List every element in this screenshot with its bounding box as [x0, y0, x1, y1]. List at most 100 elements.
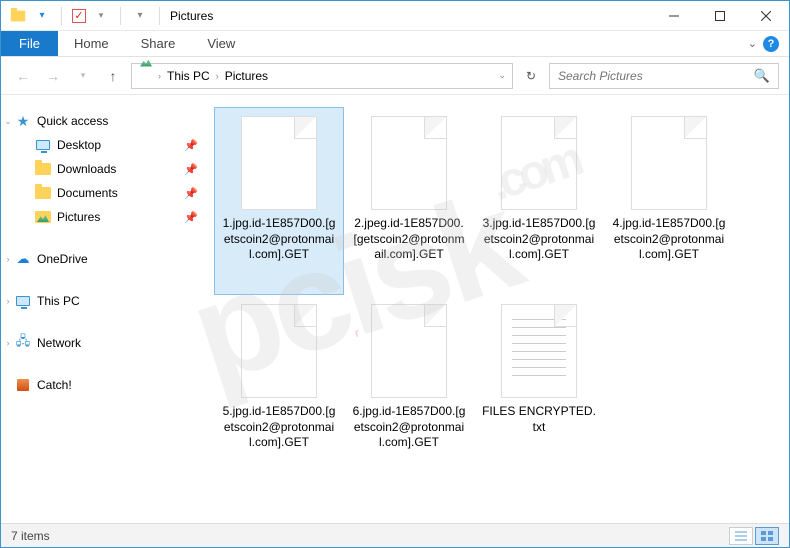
file-item[interactable]: 4.jpg.id-1E857D00.[getscoin2@protonmail.… [604, 107, 734, 295]
file-list[interactable]: 1.jpg.id-1E857D00.[getscoin2@protonmail.… [206, 95, 789, 523]
status-bar: 7 items [1, 523, 789, 547]
pin-icon: 📌 [184, 187, 198, 200]
chevron-right-icon[interactable]: › [3, 296, 13, 306]
sidebar-catch[interactable]: Catch! [1, 373, 206, 397]
sidebar-onedrive[interactable]: › ☁ OneDrive [1, 247, 206, 271]
chevron-right-icon[interactable]: › [158, 71, 161, 81]
quick-access-toolbar: ▾ ✓ ▾ ▾ [9, 7, 164, 25]
ribbon: File Home Share View ⌄ ? [1, 31, 789, 57]
location-icon [138, 68, 154, 84]
pin-icon: 📌 [184, 139, 198, 152]
qat-dropdown-icon[interactable]: ▾ [92, 7, 110, 25]
file-tab[interactable]: File [1, 31, 58, 56]
cloud-icon: ☁ [15, 251, 31, 267]
details-view-button[interactable] [729, 527, 753, 545]
address-dropdown-icon[interactable]: ⌄ [498, 70, 506, 81]
file-name: 6.jpg.id-1E857D00.[getscoin2@protonmail.… [349, 404, 469, 451]
title-bar: ▾ ✓ ▾ ▾ Pictures [1, 1, 789, 31]
star-icon: ★ [15, 113, 31, 129]
file-item[interactable]: 1.jpg.id-1E857D00.[getscoin2@protonmail.… [214, 107, 344, 295]
catch-icon [15, 377, 31, 393]
item-count: 7 items [11, 529, 50, 543]
blank-file-icon [631, 116, 707, 210]
tab-view[interactable]: View [191, 31, 251, 56]
sidebar-item-label: Downloads [57, 162, 116, 176]
search-box[interactable]: 🔍 [549, 63, 779, 89]
forward-button[interactable]: → [41, 64, 65, 88]
sidebar-item-desktop[interactable]: Desktop 📌 [1, 133, 206, 157]
text-file-icon [501, 304, 577, 398]
file-item[interactable]: 3.jpg.id-1E857D00.[getscoin2@protonmail.… [474, 107, 604, 295]
content-area: ⌄ ★ Quick access Desktop 📌 Downloads 📌 D… [1, 95, 789, 523]
tab-home[interactable]: Home [58, 31, 125, 56]
list-icon [735, 531, 747, 541]
desktop-icon [35, 137, 51, 153]
sidebar-thispc[interactable]: › This PC [1, 289, 206, 313]
explorer-icon [9, 7, 27, 25]
blank-file-icon [371, 116, 447, 210]
sidebar-item-pictures[interactable]: Pictures 📌 [1, 205, 206, 229]
pin-toggle-icon[interactable]: ▾ [33, 7, 51, 25]
window-title: Pictures [170, 9, 213, 23]
sidebar-item-label: Pictures [57, 210, 100, 224]
close-button[interactable] [743, 1, 789, 31]
sidebar-item-documents[interactable]: Documents 📌 [1, 181, 206, 205]
file-name: 1.jpg.id-1E857D00.[getscoin2@protonmail.… [219, 216, 339, 263]
ribbon-expand-icon[interactable]: ⌄ [748, 37, 757, 50]
window-controls [651, 1, 789, 31]
blank-file-icon [371, 304, 447, 398]
maximize-button[interactable] [697, 1, 743, 31]
chevron-down-icon[interactable]: ⌄ [3, 116, 13, 127]
file-item[interactable]: 6.jpg.id-1E857D00.[getscoin2@protonmail.… [344, 295, 474, 483]
pictures-icon [35, 209, 51, 225]
file-item[interactable]: 2.jpeg.id-1E857D00.[getscoin2@protonmail… [344, 107, 474, 295]
sidebar-item-label: This PC [37, 294, 80, 308]
refresh-button[interactable]: ↻ [519, 64, 543, 88]
search-icon[interactable]: 🔍 [754, 68, 770, 84]
breadcrumb-pictures[interactable]: Pictures [223, 69, 270, 83]
grid-icon [761, 531, 773, 541]
properties-checkbox-icon[interactable]: ✓ [72, 9, 86, 23]
file-name: 4.jpg.id-1E857D00.[getscoin2@protonmail.… [609, 216, 729, 263]
navigation-pane: ⌄ ★ Quick access Desktop 📌 Downloads 📌 D… [1, 95, 206, 523]
blank-file-icon [501, 116, 577, 210]
network-icon: 🖧 [15, 335, 31, 351]
blank-file-icon [241, 116, 317, 210]
file-name: 3.jpg.id-1E857D00.[getscoin2@protonmail.… [479, 216, 599, 263]
minimize-button[interactable] [651, 1, 697, 31]
sidebar-item-downloads[interactable]: Downloads 📌 [1, 157, 206, 181]
pin-icon: 📌 [184, 211, 198, 224]
chevron-right-icon[interactable]: › [3, 338, 13, 348]
address-bar[interactable]: › This PC › Pictures ⌄ [131, 63, 513, 89]
thumbnails-view-button[interactable] [755, 527, 779, 545]
tab-share[interactable]: Share [125, 31, 192, 56]
file-name: FILES ENCRYPTED.txt [479, 404, 599, 435]
pin-icon: 📌 [184, 163, 198, 176]
sidebar-network[interactable]: › 🖧 Network [1, 331, 206, 355]
search-input[interactable] [558, 69, 754, 83]
file-item[interactable]: FILES ENCRYPTED.txt [474, 295, 604, 483]
file-item[interactable]: 5.jpg.id-1E857D00.[getscoin2@protonmail.… [214, 295, 344, 483]
navigation-bar: ← → ▾ ↑ › This PC › Pictures ⌄ ↻ 🔍 [1, 57, 789, 95]
blank-file-icon [241, 304, 317, 398]
folder-icon [35, 161, 51, 177]
breadcrumb-thispc[interactable]: This PC [165, 69, 212, 83]
help-icon[interactable]: ? [763, 36, 779, 52]
file-name: 5.jpg.id-1E857D00.[getscoin2@protonmail.… [219, 404, 339, 451]
sidebar-quick-access[interactable]: ⌄ ★ Quick access [1, 109, 206, 133]
sidebar-item-label: Quick access [37, 114, 108, 128]
sidebar-item-label: Desktop [57, 138, 101, 152]
file-name: 2.jpeg.id-1E857D00.[getscoin2@protonmail… [349, 216, 469, 263]
back-button[interactable]: ← [11, 64, 35, 88]
chevron-right-icon[interactable]: › [3, 254, 13, 264]
sidebar-item-label: OneDrive [37, 252, 88, 266]
sidebar-item-label: Network [37, 336, 81, 350]
sidebar-item-label: Documents [57, 186, 118, 200]
sidebar-item-label: Catch! [37, 378, 72, 392]
chevron-right-icon[interactable]: › [216, 71, 219, 81]
recent-dropdown-icon[interactable]: ▾ [71, 64, 95, 88]
up-button[interactable]: ↑ [101, 64, 125, 88]
folder-overflow-icon[interactable]: ▾ [131, 7, 149, 25]
folder-icon [35, 185, 51, 201]
monitor-icon [15, 293, 31, 309]
